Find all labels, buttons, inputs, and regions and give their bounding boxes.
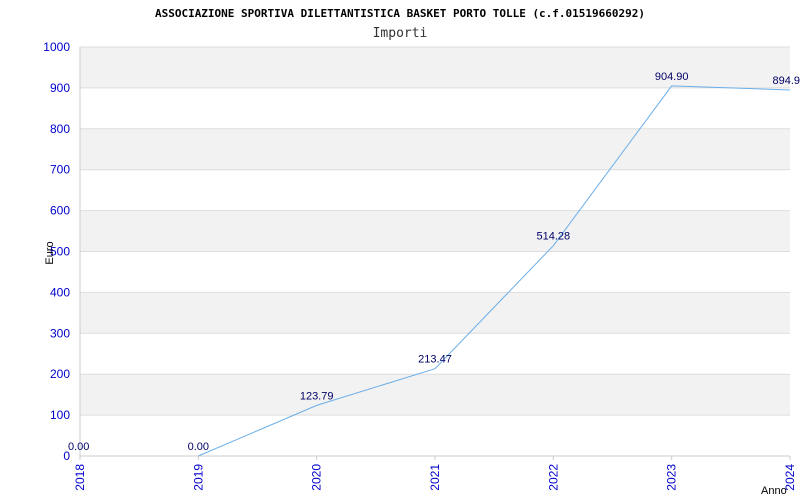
y-tick-label: 800: [50, 122, 70, 136]
data-label: 0.00: [188, 441, 209, 453]
data-label: 904.90: [655, 71, 689, 83]
x-tick-label: 2023: [665, 464, 679, 491]
y-tick-label: 1000: [43, 40, 70, 54]
x-tick-labels: 2018 2019 2020 2021 2022 2023 2024: [73, 464, 797, 491]
data-label: 894.9: [772, 75, 800, 87]
y-tick-label: 200: [50, 367, 70, 381]
data-label: 123.79: [300, 390, 334, 402]
y-tick-label: 300: [50, 326, 70, 340]
y-tick-label: 600: [50, 204, 70, 218]
data-label: 213.47: [418, 354, 452, 366]
x-tick-label: 2018: [73, 464, 87, 491]
y-tick-label: 400: [50, 285, 70, 299]
chart-subtitle: Importi: [373, 26, 428, 41]
grid-band: [80, 292, 790, 334]
y-tick-label: 900: [50, 81, 70, 95]
grid-band: [80, 210, 790, 252]
x-tick-label: 2020: [310, 464, 324, 491]
y-tick-label: 700: [50, 163, 70, 177]
x-tick-label: 2022: [546, 464, 560, 491]
y-axis-label: Euro: [44, 241, 56, 264]
chart-title: ASSOCIAZIONE SPORTIVA DILETTANTISTICA BA…: [155, 7, 645, 20]
x-axis-label: Anno: [761, 485, 787, 497]
grid-band: [80, 128, 790, 170]
line-chart: 01002003004005006007008009001000 2018 201…: [43, 7, 800, 497]
y-tick-label: 100: [50, 408, 70, 422]
grid-band: [80, 374, 790, 416]
x-tick-label: 2021: [428, 464, 442, 491]
data-label: 0.00: [68, 441, 89, 453]
x-tick-label: 2019: [191, 464, 205, 491]
data-label: 514.28: [537, 231, 571, 243]
